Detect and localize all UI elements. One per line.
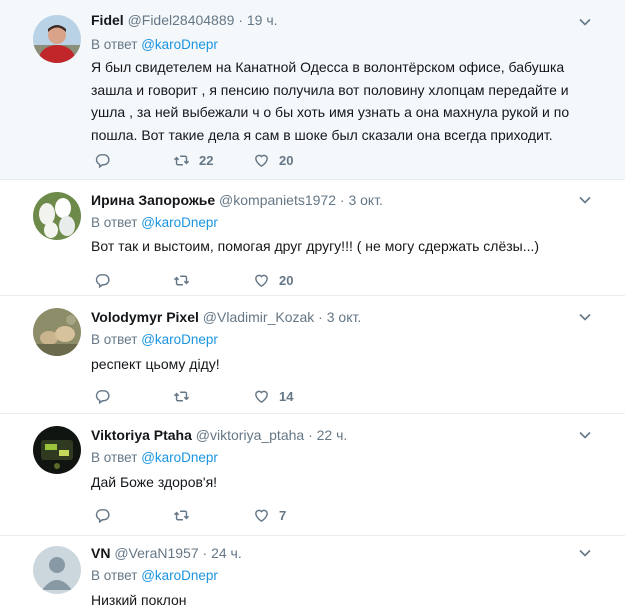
author-handle[interactable]: @viktoriya_ptaha [196,427,304,443]
reply-context: В ответ @karoDnepr [91,568,218,583]
reply-prefix: В ответ [91,332,138,347]
reply-context: В ответ @karoDnepr [91,450,218,465]
retweet-button[interactable] [173,271,199,289]
retweet-icon [173,510,190,520]
like-button[interactable]: 14 [253,387,293,405]
chevron-down-icon[interactable] [578,310,592,324]
tweet-header: VN @VeraN1957 · 24 ч. [91,545,242,561]
separator-dot: · [238,12,243,28]
retweet-icon [173,391,190,401]
reply-context: В ответ @karoDnepr [91,332,218,347]
tweet-text: Вот так и выстоим, помогая друг другу!!!… [91,238,540,254]
tweet-text: Низкий поклон [91,592,187,608]
like-button[interactable]: 7 [253,506,286,524]
timestamp[interactable]: 3 окт. [327,309,362,325]
reply-prefix: В ответ [91,568,138,583]
author-handle[interactable]: @Fidel28404889 [128,12,235,28]
author-handle[interactable]: @kompaniets1972 [219,192,336,208]
author-name[interactable]: Fidel [91,12,124,28]
tweet-text: Дай Боже здоров'я! [91,474,218,490]
like-count: 20 [279,152,294,168]
reply-prefix: В ответ [91,37,138,52]
retweet-button[interactable]: 22 [173,151,213,169]
like-button[interactable]: 20 [253,151,293,169]
like-count: 20 [279,272,294,288]
tweet-header: Viktoriya Ptaha @viktoriya_ptaha · 22 ч. [91,427,347,443]
like-icon [255,390,268,403]
timestamp[interactable]: 22 ч. [317,427,348,443]
chevron-down-icon[interactable] [578,546,592,560]
retweet-button[interactable] [173,387,199,405]
timestamp[interactable]: 3 окт. [348,192,383,208]
avatar[interactable] [33,15,81,63]
tweet-header: Ирина Запорожье @kompaniets1972 · 3 окт. [91,192,383,208]
reply-mention-link[interactable]: @karoDnepr [141,37,218,52]
retweet-count: 22 [199,152,214,168]
avatar-photo [33,192,81,240]
tweet[interactable]: Fidel @Fidel28404889 · 19 ч. В ответ @ka… [0,0,625,180]
chevron-down-icon[interactable] [578,428,592,442]
tweet-header: Volodymyr Pixel @Vladimir_Kozak · 3 окт. [91,309,361,325]
tweet[interactable]: VN @VeraN1957 · 24 ч. В ответ @karoDnepr… [0,536,625,613]
reply-prefix: В ответ [91,215,138,230]
reply-button[interactable] [94,151,111,169]
timestamp[interactable]: 19 ч. [247,12,278,28]
avatar[interactable] [33,426,81,474]
like-count: 14 [279,388,294,404]
reply-button[interactable] [94,271,111,289]
avatar[interactable] [33,546,81,594]
like-icon [255,274,268,287]
reply-icon [95,273,110,288]
like-icon [255,154,268,167]
chevron-down-icon[interactable] [578,193,592,207]
reply-mention-link[interactable]: @karoDnepr [141,568,218,583]
reply-icon [95,153,110,168]
author-handle[interactable]: @VeraN1957 [114,545,198,561]
chevron-down-icon[interactable] [578,15,592,29]
reply-mention-link[interactable]: @karoDnepr [141,332,218,347]
like-count: 7 [279,507,287,523]
author-name[interactable]: Viktoriya Ptaha [91,427,192,443]
author-name[interactable]: VN [91,545,110,561]
reply-context: В ответ @karoDnepr [91,37,218,52]
tweet[interactable]: Volodymyr Pixel @Vladimir_Kozak · 3 окт.… [0,296,625,414]
like-button[interactable]: 20 [253,271,293,289]
reply-prefix: В ответ [91,450,138,465]
timestamp[interactable]: 24 ч. [211,545,242,561]
reply-icon [95,508,110,523]
separator-dot: · [339,192,345,208]
default-avatar-icon [33,546,81,594]
separator-dot: · [202,545,208,561]
avatar-photo [33,308,81,356]
avatar-photo [33,426,81,474]
author-handle[interactable]: @Vladimir_Kozak [203,309,314,325]
reply-mention-link[interactable]: @karoDnepr [141,450,218,465]
reply-button[interactable] [94,387,111,405]
tweet[interactable]: Ирина Запорожье @kompaniets1972 · 3 окт.… [0,180,625,296]
avatar[interactable] [33,308,81,356]
tweet-text: респект цьому діду! [91,356,220,372]
retweet-button[interactable] [173,506,199,524]
author-name[interactable]: Ирина Запорожье [91,192,215,208]
reply-icon [95,389,110,404]
author-name[interactable]: Volodymyr Pixel [91,309,199,325]
reply-mention-link[interactable]: @karoDnepr [141,215,218,230]
reply-button[interactable] [94,506,111,524]
tweet[interactable]: Viktoriya Ptaha @viktoriya_ptaha · 22 ч.… [0,414,625,536]
avatar-photo [33,15,81,63]
reply-context: В ответ @karoDnepr [91,215,218,230]
retweet-icon [173,275,190,285]
tweet-text: Я был свидетелем на Канатной Одесса в во… [91,59,570,143]
retweet-icon [173,155,190,165]
like-icon [255,509,268,522]
avatar[interactable] [33,192,81,240]
separator-dot: · [308,427,313,443]
separator-dot: · [318,309,323,325]
tweet-header: Fidel @Fidel28404889 · 19 ч. [91,12,278,28]
